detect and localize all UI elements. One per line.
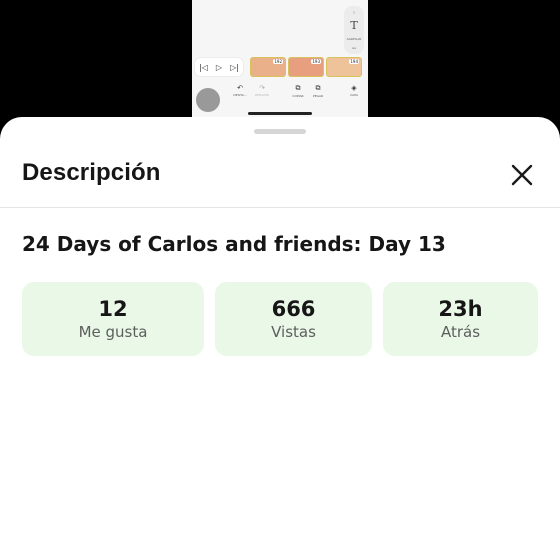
paste-icon: ⧉	[315, 84, 321, 92]
timeline-clip[interactable]: 192	[250, 57, 286, 77]
paste-label: PEGAR	[312, 94, 324, 98]
text-tool[interactable]: ⁞⁞ T AGREGAR Aa	[344, 6, 364, 54]
editor-preview: ⁞⁞ T AGREGAR Aa |◁ ▷ ▷| 192 193 194 ↶ DE…	[192, 0, 368, 120]
close-icon	[511, 164, 533, 186]
sheet-title: Descripción	[22, 159, 161, 186]
music-button[interactable]	[196, 88, 220, 112]
layer-icon: ◈	[351, 84, 357, 92]
layer-label: CAPA	[350, 93, 358, 97]
redo-button[interactable]: ↷ REHACER	[254, 84, 270, 97]
skip-forward-icon[interactable]: ▷|	[230, 63, 239, 72]
copy-label: COPIAR	[292, 94, 304, 98]
timeline-clip[interactable]: 194	[326, 57, 362, 77]
stats-row: 12 Me gusta 666 Vistas 23h Atrás	[22, 282, 538, 356]
likes-label: Me gusta	[78, 323, 148, 341]
age-stat: 23h Atrás	[383, 282, 538, 356]
paste-button[interactable]: ⧉ PEGAR	[310, 84, 326, 98]
screen: ⁞⁞ T AGREGAR Aa |◁ ▷ ▷| 192 193 194 ↶ DE…	[0, 0, 560, 560]
description-sheet: Descripción 24 Days of Carlos and friend…	[0, 117, 560, 560]
redo-icon: ↷	[259, 84, 265, 92]
copy-button[interactable]: ⧉ COPIAR	[290, 84, 306, 98]
sheet-grabber[interactable]	[254, 129, 306, 134]
header-divider	[0, 207, 560, 208]
redo-label: REHACER	[254, 93, 270, 97]
text-icon: T	[350, 19, 358, 33]
age-label: Atrás	[440, 323, 481, 341]
likes-stat: 12 Me gusta	[22, 282, 204, 356]
likes-count: 12	[98, 297, 128, 321]
clip-badge: 192	[273, 59, 283, 64]
age-value: 23h	[438, 297, 483, 321]
grip-icon: ⁞⁞	[352, 10, 356, 15]
home-indicator	[248, 112, 312, 115]
text-tool-label: AGREGAR	[346, 36, 362, 41]
views-stat: 666 Vistas	[215, 282, 372, 356]
views-label: Vistas	[271, 323, 316, 341]
timeline-clip[interactable]: 193	[288, 57, 324, 77]
undo-button[interactable]: ↶ DESHA...	[232, 84, 248, 97]
timeline-clips: 192 193 194	[250, 57, 362, 77]
play-icon[interactable]: ▷	[216, 63, 222, 72]
clip-badge: 193	[311, 59, 321, 64]
layer-button[interactable]: ◈ CAPA	[346, 84, 362, 97]
font-size-icon: Aa	[352, 45, 356, 50]
player-controls: |◁ ▷ ▷|	[195, 58, 243, 76]
video-title: 24 Days of Carlos and friends: Day 13	[22, 232, 446, 256]
clip-badge: 194	[349, 59, 359, 64]
undo-icon: ↶	[237, 84, 243, 92]
skip-back-icon[interactable]: |◁	[199, 63, 208, 72]
copy-icon: ⧉	[295, 84, 301, 92]
views-count: 666	[271, 297, 316, 321]
undo-label: DESHA...	[233, 93, 247, 97]
close-button[interactable]	[506, 159, 538, 191]
